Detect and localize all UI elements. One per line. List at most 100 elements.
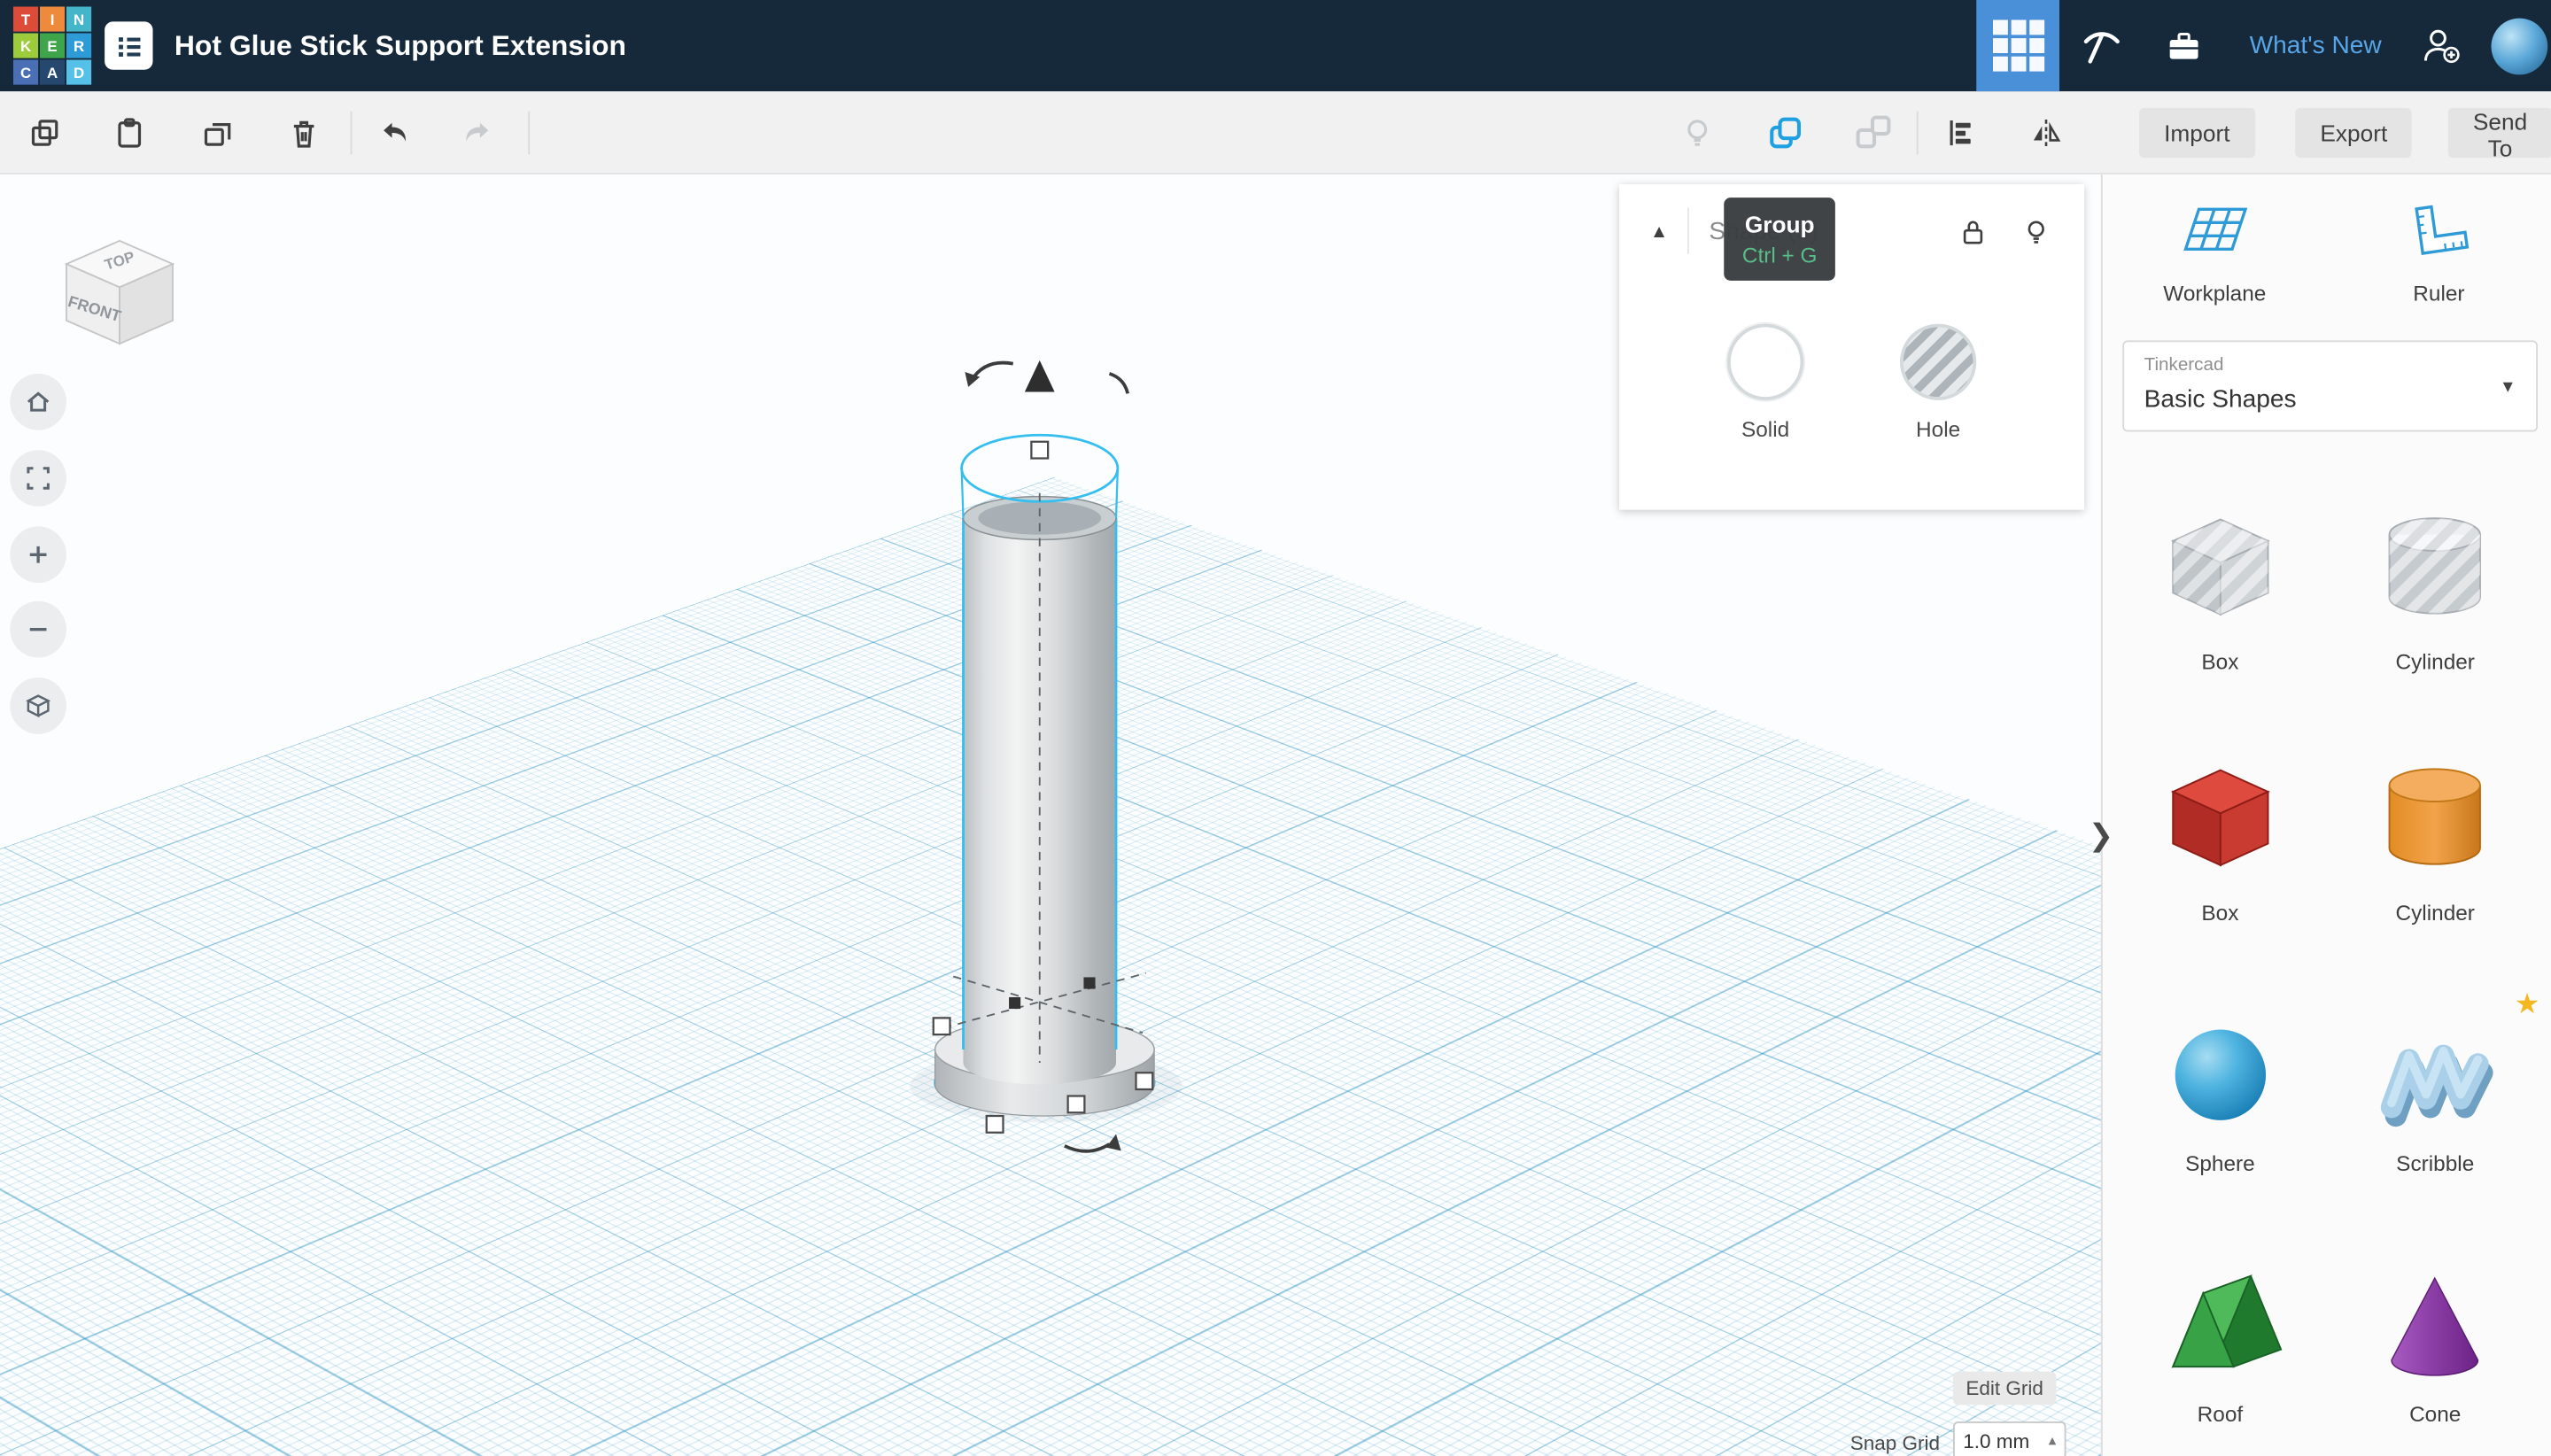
raise-handle-cone[interactable] <box>1025 360 1055 392</box>
edit-grid-button[interactable]: Edit Grid <box>1953 1372 2056 1406</box>
redo-button[interactable] <box>455 110 502 157</box>
shape-library-dropdown[interactable]: Tinkercad Basic Shapes ▼ <box>2122 340 2538 431</box>
shape-inspector-panel: ▲ Shape (3) Solid Hole <box>1619 184 2084 510</box>
lock-button[interactable] <box>1953 213 1993 252</box>
import-button[interactable]: Import <box>2139 108 2255 158</box>
export-button[interactable]: Export <box>2295 108 2412 158</box>
scale-corner-handle[interactable] <box>1068 1096 1085 1113</box>
fit-view-button[interactable] <box>10 450 66 507</box>
fit-view-icon <box>25 465 51 492</box>
zoom-out-button[interactable] <box>10 601 66 658</box>
inspector-collapse-button[interactable]: ▲ <box>1640 213 1679 252</box>
whats-new-link[interactable]: What's New <box>2250 32 2382 60</box>
list-icon <box>113 31 143 61</box>
hole-swatch[interactable] <box>1900 324 1976 400</box>
send-to-button[interactable]: Send To <box>2448 108 2551 158</box>
view-cube[interactable]: TOP FRONT <box>50 224 190 364</box>
ungroup-button[interactable] <box>1850 110 1897 157</box>
build-pickaxe-button[interactable] <box>2060 0 2144 91</box>
logo-tile: N <box>66 7 91 32</box>
design-title[interactable]: Hot Glue Stick Support Extension <box>174 0 626 91</box>
group-button[interactable] <box>1762 110 1809 157</box>
paste-button[interactable] <box>106 110 153 157</box>
align-button[interactable] <box>1938 110 1985 157</box>
snap-grid-select[interactable]: 1.0 mm ▴ <box>1953 1421 2066 1456</box>
scale-mid-handle[interactable] <box>1083 977 1095 988</box>
design-menu-button[interactable] <box>105 21 152 69</box>
workplane-tool[interactable]: Workplane <box>2103 201 2327 306</box>
shape-cylinder-striped[interactable]: Cylinder <box>2328 507 2543 674</box>
box-red-icon <box>2155 757 2284 887</box>
logo-tile: D <box>66 60 91 85</box>
shape-box-striped[interactable]: Box <box>2113 507 2328 674</box>
shapes-sidebar: Workplane Ruler Tinkercad Basic Shapes ▼ <box>2101 174 2551 1456</box>
zoom-in-button[interactable] <box>10 526 66 583</box>
delete-button[interactable] <box>281 110 328 157</box>
grid-icon <box>1993 20 2044 72</box>
ungroup-icon <box>1854 113 1894 153</box>
minus-icon <box>25 616 51 643</box>
library-title: Basic Shapes <box>2144 385 2297 414</box>
lightbulb-icon <box>2020 216 2053 250</box>
scale-mid-handle[interactable] <box>1009 997 1020 1009</box>
cylinder-orange-icon <box>2370 757 2500 887</box>
logo-tile: I <box>40 7 65 32</box>
logo-tile: K <box>13 34 38 58</box>
toolbar-separator <box>1917 112 1919 155</box>
shape-scribble[interactable]: Scribble <box>2328 1008 2543 1175</box>
logo-tile: A <box>40 60 65 85</box>
dashboard-grid-button[interactable] <box>1977 0 2060 91</box>
copy-button[interactable] <box>21 110 68 157</box>
sphere-icon <box>2155 1008 2284 1137</box>
duplicate-button[interactable] <box>194 110 241 157</box>
rotate-handle-arrow[interactable] <box>1106 1135 1121 1151</box>
hole-label: Hole <box>1888 417 1989 442</box>
perspective-toggle-button[interactable] <box>10 678 66 734</box>
favorite-star-icon[interactable]: ★ <box>2515 988 2540 1022</box>
logo-tile: R <box>66 34 91 58</box>
paste-icon <box>112 114 148 151</box>
roof-icon <box>2155 1259 2284 1388</box>
scribble-icon <box>2370 1008 2500 1137</box>
scale-corner-handle[interactable] <box>1136 1073 1153 1089</box>
home-view-button[interactable] <box>10 374 66 430</box>
shape-roof[interactable]: Roof <box>2113 1259 2328 1426</box>
mirror-icon <box>2028 114 2064 151</box>
mirror-button[interactable] <box>2023 110 2070 157</box>
shape-cone[interactable]: Cone <box>2328 1259 2543 1426</box>
scale-corner-handle[interactable] <box>934 1018 950 1034</box>
shape-box-red[interactable]: Box <box>2113 757 2328 925</box>
hide-button[interactable] <box>2016 213 2056 252</box>
rotate-handle-arc[interactable] <box>1110 374 1128 394</box>
workplane-label: Workplane <box>2163 281 2266 306</box>
height-handle[interactable] <box>1031 442 1048 459</box>
person-plus-icon <box>2420 24 2463 67</box>
briefcase-icon <box>2165 26 2205 66</box>
invite-person-button[interactable] <box>2405 0 2478 91</box>
solid-swatch[interactable] <box>1727 324 1803 400</box>
copy-icon <box>27 114 63 151</box>
group-tooltip: Group Ctrl + G <box>1724 197 1835 281</box>
shape-sphere[interactable]: Sphere <box>2113 1008 2328 1175</box>
logo-tile: E <box>40 34 65 58</box>
edit-toolbar: Import Export Send To <box>0 91 2551 174</box>
cylinder-striped-icon <box>2370 507 2500 636</box>
snap-grid-value: 1.0 mm <box>1963 1429 2029 1452</box>
duplicate-icon <box>199 114 236 151</box>
perspective-cube-icon <box>25 693 51 719</box>
briefcase-button[interactable] <box>2144 0 2227 91</box>
user-avatar[interactable] <box>2492 18 2548 74</box>
tinkercad-app: T I N K E R C A D Hot Glue Stick Support… <box>0 0 2551 1456</box>
topbar-actions: What's New <box>1977 0 2551 91</box>
shape-cylinder-orange[interactable]: Cylinder <box>2328 757 2543 925</box>
show-all-button[interactable] <box>1674 110 1721 157</box>
library-brand: Tinkercad <box>2144 355 2224 376</box>
rotate-handle-arc[interactable] <box>1065 1144 1110 1151</box>
sidebar-collapse-chevron[interactable]: ❯ <box>2080 810 2123 860</box>
tinkercad-logo[interactable]: T I N K E R C A D <box>13 7 91 85</box>
scale-corner-handle[interactable] <box>987 1116 1004 1133</box>
ruler-tool[interactable]: Ruler <box>2327 201 2551 306</box>
spinner-caret-icon[interactable]: ▴ <box>2049 1433 2056 1448</box>
undo-button[interactable] <box>370 110 417 157</box>
inspector-divider <box>1687 207 1689 254</box>
